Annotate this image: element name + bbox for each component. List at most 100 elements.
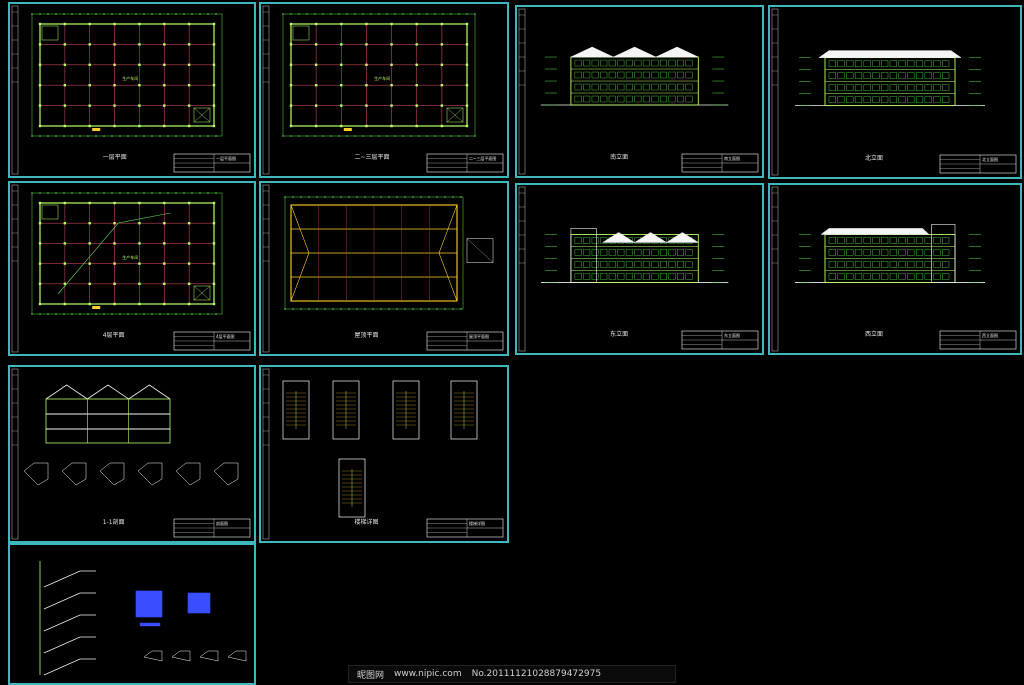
column xyxy=(465,124,469,128)
dim-tick xyxy=(87,192,89,194)
dim-tick xyxy=(340,196,342,198)
column xyxy=(212,282,216,285)
dim-tick xyxy=(31,313,33,315)
column xyxy=(113,242,116,245)
dim-tick xyxy=(71,313,73,315)
window xyxy=(651,249,659,256)
stair-core xyxy=(292,25,310,41)
window xyxy=(625,249,633,256)
dim-tick xyxy=(426,135,428,137)
window xyxy=(677,273,684,280)
dim-tick xyxy=(39,135,41,137)
dim-tick xyxy=(354,135,356,137)
window xyxy=(924,249,932,256)
window xyxy=(863,84,871,91)
window xyxy=(854,237,863,244)
column xyxy=(440,43,444,46)
drawing-sheet-s6[interactable]: 屋顶平面 屋顶平面图 xyxy=(259,181,509,356)
window xyxy=(685,273,693,280)
dim-tick xyxy=(127,313,129,315)
binding-strip xyxy=(262,184,270,353)
watermark-bar: 昵图网 www.nipic.com No.2011112102887947297… xyxy=(348,665,676,683)
window xyxy=(942,72,950,79)
column xyxy=(187,63,191,66)
column xyxy=(113,262,116,265)
column xyxy=(390,104,393,107)
sheet-drawing xyxy=(771,186,1017,352)
window xyxy=(617,95,625,103)
dim-tick xyxy=(143,135,145,137)
column xyxy=(465,84,469,87)
drawing-sheet-s4[interactable]: 北立面 北立面图 xyxy=(768,5,1022,179)
sheet-title: 4层平面 xyxy=(102,332,125,339)
cad-viewer-canvas[interactable]: 一层平面 生产车间 一层平面图 二~三层平面 生产车间 二~三层平面图 南立面 南立面图 北立面… xyxy=(0,0,1024,685)
window xyxy=(898,84,906,91)
column xyxy=(440,22,444,26)
dim-tick xyxy=(378,135,380,137)
drawing-sheet-s10[interactable]: 楼梯详图 楼梯详图 xyxy=(259,365,509,543)
drawing-sheet-s1[interactable]: 一层平面 生产车间 一层平面图 xyxy=(8,2,256,178)
drawing-sheet-s5[interactable]: 4层平面 生产车间 4层平面图 xyxy=(8,181,256,356)
column xyxy=(88,242,91,245)
window xyxy=(837,72,845,79)
window xyxy=(574,83,582,91)
window xyxy=(872,237,880,244)
detail-hatch xyxy=(187,592,211,614)
drawing-sheet-s7[interactable]: 东立面 东立面图 xyxy=(515,183,764,355)
dim-tick xyxy=(308,308,310,310)
window xyxy=(872,60,880,67)
column xyxy=(340,22,343,26)
column xyxy=(187,222,191,225)
drawing-sheet-s2[interactable]: 二~三层平面 生产车间 二~三层平面图 xyxy=(259,2,509,178)
dim-tick xyxy=(404,308,406,310)
window xyxy=(872,249,880,256)
dim-tick xyxy=(63,192,65,194)
drawing-sheet-s11[interactable] xyxy=(8,543,256,685)
dim-tick xyxy=(298,13,300,15)
dim-tick xyxy=(215,313,217,315)
exterior-wall xyxy=(39,202,215,305)
dim-tick xyxy=(63,313,65,315)
binding-strip xyxy=(11,5,19,175)
window xyxy=(608,273,616,280)
window xyxy=(846,60,854,67)
window xyxy=(685,249,693,256)
node-detail xyxy=(227,650,247,662)
window xyxy=(634,95,642,103)
drawing-sheet-s8[interactable]: 西立面 西立面图 xyxy=(768,183,1022,355)
dim-tick xyxy=(316,196,318,198)
dim-tick xyxy=(103,13,105,15)
node-detail xyxy=(99,462,125,486)
sheet-drawing xyxy=(518,186,759,352)
window xyxy=(854,72,863,79)
window xyxy=(600,59,608,67)
dim-tick xyxy=(87,13,89,15)
gable-roof xyxy=(655,46,699,58)
column xyxy=(415,124,418,128)
dim-tick xyxy=(47,313,49,315)
window xyxy=(915,96,924,103)
drawing-sheet-s9[interactable]: 1-1剖面 剖面图 xyxy=(8,365,256,543)
window xyxy=(583,71,591,79)
column xyxy=(38,22,42,26)
window xyxy=(837,84,845,91)
dim-tick xyxy=(466,135,468,137)
window xyxy=(651,71,659,79)
truss xyxy=(45,384,88,400)
window xyxy=(574,273,582,280)
dim-tick xyxy=(111,313,113,315)
dim-tick xyxy=(362,13,364,15)
dim-tick xyxy=(47,135,49,137)
column xyxy=(63,104,67,107)
dim-tick xyxy=(372,308,374,310)
column xyxy=(88,222,91,225)
drawing-sheet-s3[interactable]: 南立面 南立面图 xyxy=(515,5,764,178)
window xyxy=(828,60,836,67)
window xyxy=(863,60,871,67)
column xyxy=(289,22,293,26)
dim-tick xyxy=(95,313,97,315)
window xyxy=(659,71,667,79)
column xyxy=(88,262,91,265)
sheet-drawing xyxy=(262,5,504,175)
column xyxy=(187,43,191,46)
